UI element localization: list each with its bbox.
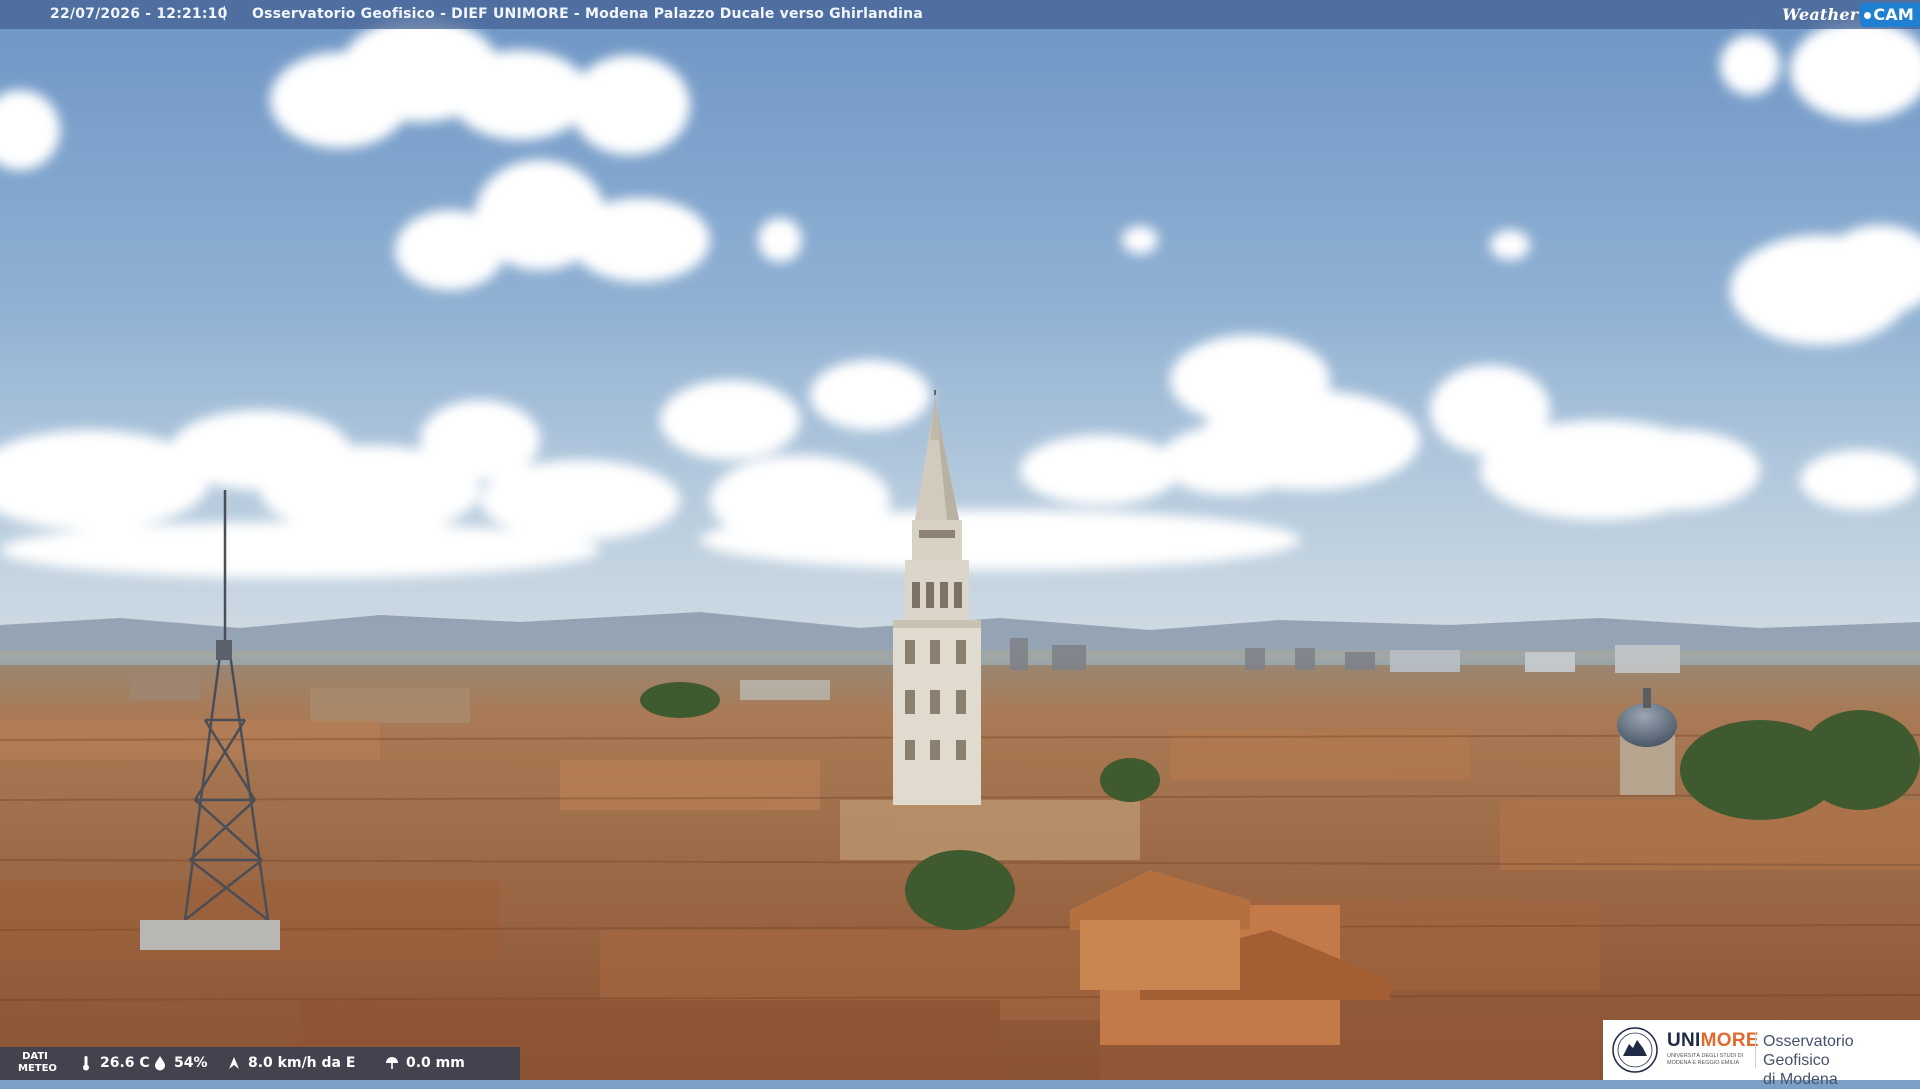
unimore-logo: UNIMORE Università degli Studi di Modena… [1603,1020,1920,1088]
timestamp: 22/07/2026 - 12:21:10 [50,6,228,22]
weathercam-logo: Weather CAM [1782,0,1920,29]
unimore-seal-icon [1612,1027,1658,1073]
rain-gauge-icon [386,1057,398,1069]
observatory-name: Osservatorio Geofisico di Modena [1763,1033,1854,1088]
temperature-reading: 26.6 C [78,1055,150,1071]
humidity-drop-icon [155,1056,165,1071]
meteo-label: DATI METEO [18,1051,57,1074]
camera-lens-icon [1864,11,1872,19]
wind-reading: 8.0 km/h da E [226,1055,355,1071]
thermometer-icon [83,1056,89,1071]
weathercam-logo-word: Weather [1782,5,1859,24]
wind-icon [229,1057,239,1069]
unimore-subtitle: Università degli Studi di Modena e Reggi… [1667,1053,1744,1066]
humidity-reading: 54% [152,1055,208,1071]
webcam-photo [0,0,1920,1080]
camera-caption: Osservatorio Geofisico - DIEF UNIMORE - … [252,6,923,22]
caption-bar: 22/07/2026 - 12:21:10 | Osservatorio Geo… [0,0,1920,29]
rain-reading: 0.0 mm [384,1055,465,1071]
caption-separator: | [222,5,227,21]
logo-divider [1755,1032,1756,1068]
weather-data-bar: DATI METEO 26.6 C 54% 8.0 km/h da E 0.0 … [0,1047,520,1080]
weathercam-logo-cam: CAM [1860,2,1920,27]
unimore-brand: UNIMORE [1667,1030,1759,1051]
